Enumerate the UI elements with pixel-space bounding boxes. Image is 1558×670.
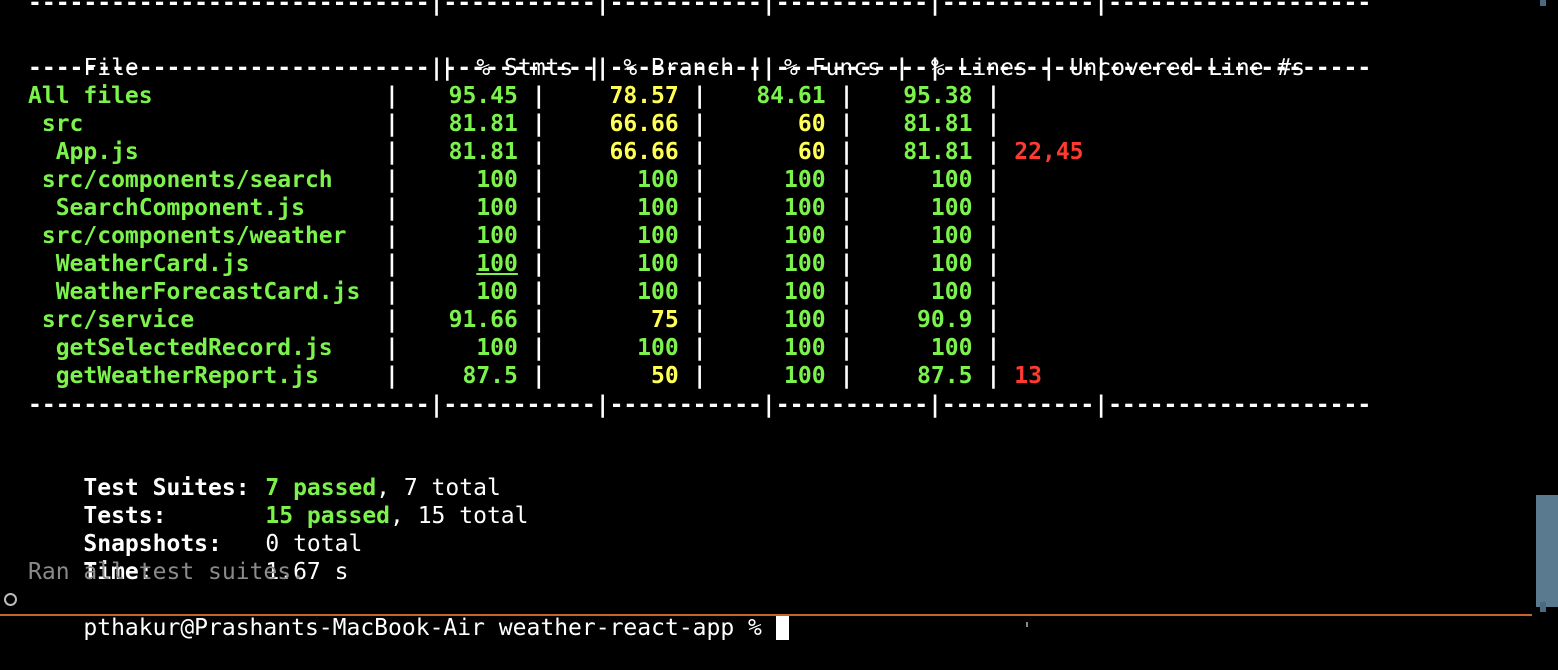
row-stmts: 95.45 <box>448 83 518 109</box>
row-uncovered: 22,45 <box>1014 139 1084 165</box>
table-row: App.js | 81.81 | 66.66 | 60 | 81.81 | 22,45 <box>28 139 1084 165</box>
table-header-row: File |% Stmts |% Branch |% Funcs |% Lines… <box>83 55 1306 81</box>
row-file: App.js <box>28 139 139 165</box>
shell-prompt-line[interactable]: pthakur@Prashants-MacBook-Air weather-re… <box>28 586 789 641</box>
table-row: SearchComponent.js | 100 | 100 | 100 | 100 | <box>28 195 1001 221</box>
row-stmts: 100 <box>476 335 518 361</box>
row-file: SearchComponent.js <box>28 195 305 221</box>
row-branch: 50 <box>651 363 679 389</box>
table-row: getWeatherReport.js | 87.5 | 50 | 100 | 87.5 … <box>28 363 1042 389</box>
summary-test-suites: Test Suites: 7 passed, 7 total <box>28 446 500 501</box>
table-row: src/service | 91.66 | 75 | 100 | 90.9 | <box>28 307 1001 333</box>
row-stmts: 100 <box>476 195 518 221</box>
row-lines: 100 <box>930 279 973 305</box>
row-file: src/service <box>28 307 195 333</box>
row-funcs: 100 <box>784 223 826 249</box>
row-branch: 66.66 <box>609 139 679 165</box>
row-branch: 100 <box>637 195 679 221</box>
panel-bottom-border <box>0 614 1532 616</box>
row-funcs: 100 <box>784 251 826 277</box>
row-lines: 87.5 <box>917 363 973 389</box>
row-stmts: 100 <box>476 251 518 277</box>
row-lines: 81.81 <box>903 139 973 165</box>
row-funcs: 100 <box>784 307 826 333</box>
row-stmts: 87.5 <box>462 363 518 389</box>
summary-snapshots: Snapshots: 0 total <box>28 502 362 557</box>
tests-total: , 15 total <box>390 503 529 529</box>
row-lines: 100 <box>930 251 973 277</box>
row-funcs: 100 <box>784 195 826 221</box>
summary-tests: Tests: 15 passed, 15 total <box>28 474 528 529</box>
row-funcs: 100 <box>784 279 826 305</box>
row-funcs: 100 <box>784 363 826 389</box>
row-lines: 90.9 <box>917 307 973 333</box>
row-funcs: 84.61 <box>756 83 826 109</box>
row-file: src/components/search <box>28 167 333 193</box>
row-file: getSelectedRecord.js <box>28 335 333 361</box>
row-stmts: 91.66 <box>448 307 518 333</box>
panel-divider-tick <box>1026 622 1028 627</box>
row-branch: 66.66 <box>609 111 679 137</box>
row-branch: 78.57 <box>609 83 679 109</box>
row-funcs: 60 <box>797 139 826 165</box>
scrollbar-bottom-marker <box>1540 602 1546 612</box>
prompt-status-circle-icon <box>4 593 17 606</box>
table-row: src/components/weather | 100 | 100 | 100 | 10… <box>28 223 1001 249</box>
row-branch: 100 <box>637 251 679 277</box>
row-stmts: 81.81 <box>448 139 518 165</box>
row-branch: 100 <box>637 167 679 193</box>
row-lines: 100 <box>930 335 973 361</box>
row-branch: 100 <box>637 335 679 361</box>
scrollbar-top-marker <box>1540 0 1546 6</box>
table-row: All files | 95.45 | 78.57 | 84.61 | 95.38 | <box>28 83 1001 109</box>
row-file: src/components/weather <box>28 223 347 249</box>
table-row: getSelectedRecord.js | 100 | 100 | 100 | 100 … <box>28 335 1001 361</box>
row-stmts: 81.81 <box>448 111 518 137</box>
row-lines: 81.81 <box>903 111 973 137</box>
row-lines: 100 <box>930 195 973 221</box>
table-row: src | 81.81 | 66.66 | 60 | 81.81 | <box>28 111 1001 137</box>
row-file: All files <box>28 83 153 109</box>
row-branch: 100 <box>637 223 679 249</box>
vertical-scrollbar[interactable] <box>1532 0 1558 627</box>
shell-prompt: pthakur@Prashants-MacBook-Air weather-re… <box>83 615 776 641</box>
table-row: WeatherCard.js | 100 | 100 | 100 | 100 | <box>28 251 1001 277</box>
summary-time: Time: 1.67 s <box>28 530 348 585</box>
table-separator-top: -----------------------------|----------… <box>28 0 1372 16</box>
row-lines: 100 <box>930 167 973 193</box>
row-file: WeatherCard.js <box>28 251 250 277</box>
table-row: src/components/search | 100 | 100 | 100 | 100… <box>28 167 1001 193</box>
row-lines: 95.38 <box>903 83 973 109</box>
table-separator-bottom: -----------------------------|----------… <box>28 392 1372 418</box>
row-file: src <box>28 111 84 137</box>
table-row: WeatherForecastCard.js | 100 | 100 | 100 | 10… <box>28 279 1001 305</box>
scrollbar-thumb[interactable] <box>1536 495 1558 607</box>
ran-all-message: Ran all test suites. <box>28 559 305 585</box>
row-lines: 100 <box>930 223 973 249</box>
row-uncovered: 13 <box>1014 363 1042 389</box>
row-funcs: 100 <box>784 167 826 193</box>
terminal-window[interactable]: -----------------------------|----------… <box>0 0 1532 641</box>
row-branch: 100 <box>637 279 679 305</box>
text-cursor <box>775 614 789 640</box>
row-funcs: 60 <box>797 111 826 137</box>
row-branch: 75 <box>651 307 679 333</box>
row-funcs: 100 <box>784 335 826 361</box>
row-file: WeatherForecastCard.js <box>28 279 361 305</box>
row-stmts: 100 <box>476 167 518 193</box>
row-file: getWeatherReport.js <box>28 363 319 389</box>
row-stmts: 100 <box>476 223 518 249</box>
table-separator: -----------------------------|----------… <box>28 55 1372 81</box>
row-stmts: 100 <box>476 279 518 305</box>
